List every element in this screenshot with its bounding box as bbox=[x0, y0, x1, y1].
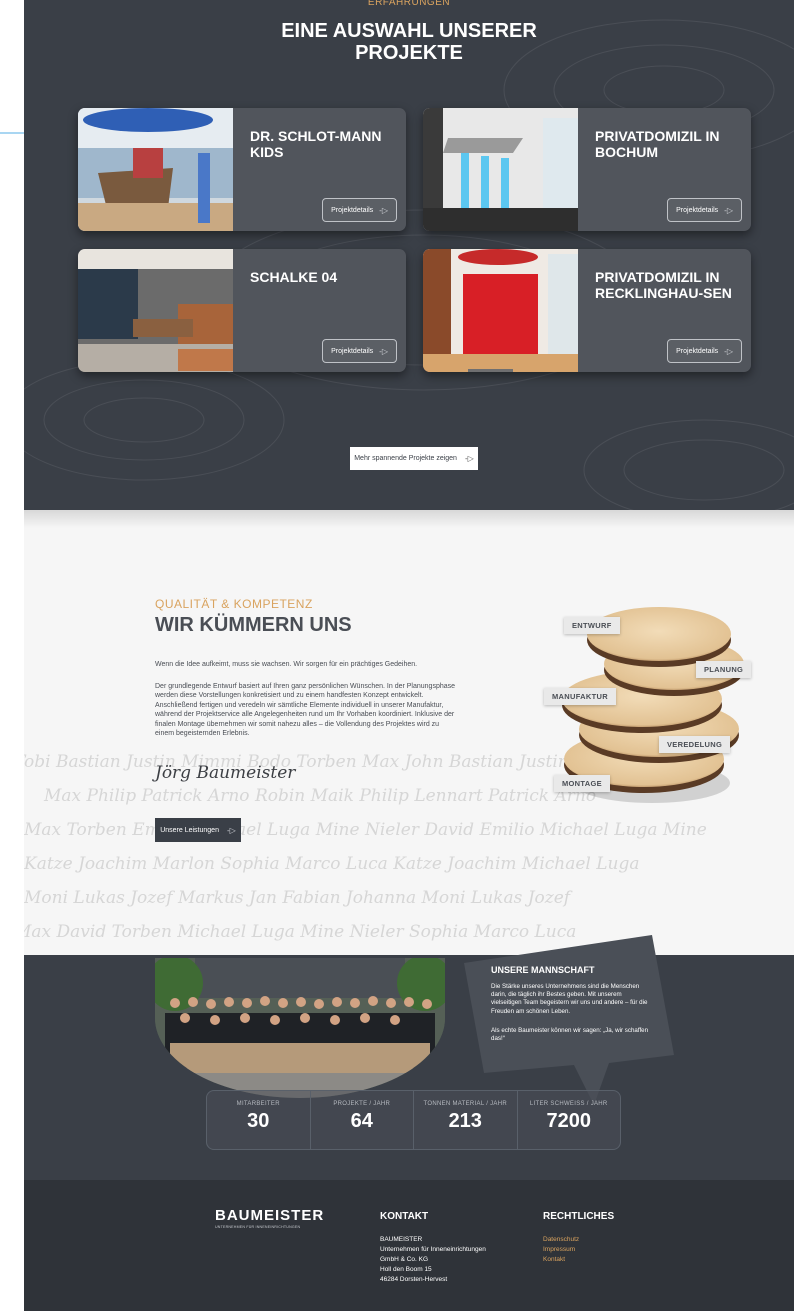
button-label: Projektdetails bbox=[676, 347, 719, 355]
footer-contact: KONTAKT BAUMEISTER Unternehmen für Innen… bbox=[380, 1211, 486, 1285]
project-thumbnail bbox=[78, 108, 233, 231]
project-card[interactable]: SCHALKE 04 Projektdetails -▷ bbox=[78, 249, 406, 372]
project-card[interactable]: PRIVATDOMIZIL IN RECKLINGHAU-SEN Projekt… bbox=[423, 249, 751, 372]
logo-tagline: UNTERNEHMEN FÜR INNENEINRICHTUNGEN bbox=[215, 1225, 301, 1229]
project-thumbnail bbox=[423, 108, 578, 231]
project-details-button[interactable]: Projektdetails -▷ bbox=[667, 198, 742, 222]
team-title: UNSERE MANNSCHAFT bbox=[491, 965, 595, 975]
stat-value: 64 bbox=[350, 1110, 373, 1132]
section-title-line1: EINE AUSWAHL UNSERER bbox=[281, 20, 537, 42]
stat-label: LITER SCHWEISS / JAHR bbox=[529, 1101, 608, 1107]
about-intro: Wenn die Idee aufkeimt, muss sie wachsen… bbox=[155, 661, 418, 668]
contact-line: GmbH & Co. KG bbox=[380, 1256, 429, 1263]
team-text: Die Stärke unseres Unternehmens sind die… bbox=[491, 983, 648, 1015]
contact-line: BAUMEISTER bbox=[380, 1236, 423, 1243]
team-quote: Als echte Baumeister können wir sagen: „… bbox=[491, 1027, 649, 1043]
names-row: Katze Joachim Marlon Sophia Marco Luca K… bbox=[24, 854, 640, 874]
arrow-right-icon: -▷ bbox=[724, 205, 733, 215]
arrow-right-icon: -▷ bbox=[724, 346, 733, 356]
names-row: Moni Lukas Jozef Markus Jan Fabian Johan… bbox=[24, 888, 571, 908]
footer-legal: RECHTLICHES Datenschutz Impressum Kontak… bbox=[543, 1211, 614, 1265]
stat-value: 30 bbox=[247, 1110, 270, 1132]
about-section: Tobi Bastian Justin Mimmi Bodo Torben Ma… bbox=[24, 510, 794, 955]
footer: BAUMEISTER UNTERNEHMEN FÜR INNENEINRICHT… bbox=[24, 1180, 794, 1311]
services-button[interactable]: Unsere Leistungen -▷ bbox=[155, 818, 241, 842]
link-datenschutz[interactable]: Datenschutz bbox=[543, 1235, 614, 1245]
footer-logo[interactable]: BAUMEISTER UNTERNEHMEN FÜR INNENEINRICHT… bbox=[215, 1207, 325, 1229]
section-title: EINE AUSWAHL UNSERER PROJEKTE bbox=[24, 20, 794, 64]
stat-value: 213 bbox=[448, 1110, 482, 1132]
team-info-bubble: UNSERE MANNSCHAFT Die Stärke unseres Unt… bbox=[464, 935, 674, 1105]
more-projects-button[interactable]: Mehr spannende Projekte zeigen -▷ bbox=[350, 447, 478, 470]
arrow-right-icon: -▷ bbox=[379, 205, 388, 215]
project-card[interactable]: DR. SCHLOT-MANN KIDS Projektdetails -▷ bbox=[78, 108, 406, 231]
process-tag-veredelung: VEREDELUNG bbox=[659, 736, 731, 753]
project-thumbnail bbox=[423, 249, 578, 372]
process-tag-montage: MONTAGE bbox=[554, 775, 610, 792]
names-row: Max Philip Patrick Arno Robin Maik Phili… bbox=[44, 786, 597, 806]
about-title: WIR KÜMMERN UNS bbox=[155, 614, 352, 636]
about-eyebrow: QUALITÄT & KOMPETENZ bbox=[155, 597, 313, 611]
contact-line: 46284 Dorsten-Hervest bbox=[380, 1276, 448, 1283]
project-title: PRIVATDOMIZIL IN BOCHUM bbox=[595, 128, 720, 160]
project-title: PRIVATDOMIZIL IN RECKLINGHAU-SEN bbox=[595, 269, 732, 301]
projects-section: ERFAHRUNGEN EINE AUSWAHL UNSERER PROJEKT… bbox=[24, 0, 794, 510]
stat-material: TONNEN MATERIAL / JAHR 213 bbox=[414, 1091, 518, 1149]
project-card[interactable]: PRIVATDOMIZIL IN BOCHUM Projektdetails -▷ bbox=[423, 108, 751, 231]
button-label: Projektdetails bbox=[676, 206, 719, 214]
button-label: Projektdetails bbox=[331, 206, 374, 214]
button-label: Projektdetails bbox=[331, 347, 374, 355]
stat-label: TONNEN MATERIAL / JAHR bbox=[423, 1101, 507, 1107]
contact-line: Unternehmen für Inneneinrichtungen bbox=[380, 1246, 486, 1253]
stats-bar: MITARBEITER 30 PROJEKTE / JAHR 64 TONNEN… bbox=[206, 1090, 621, 1150]
process-tag-planung: PLANUNG bbox=[696, 661, 752, 678]
names-row: Max David Torben Michael Luga Mine Niele… bbox=[24, 922, 577, 942]
logo-wordmark: BAUMEISTER bbox=[215, 1207, 325, 1224]
button-label: Unsere Leistungen bbox=[160, 826, 219, 834]
project-details-button[interactable]: Projektdetails -▷ bbox=[322, 339, 397, 363]
signature: Jörg Baumeister bbox=[155, 763, 296, 783]
link-impressum[interactable]: Impressum bbox=[543, 1245, 614, 1255]
stat-label: PROJEKTE / JAHR bbox=[333, 1101, 391, 1107]
process-wood-stack: ENTWURF PLANUNG MANUFAKTUR VEREDELUNG MO… bbox=[534, 595, 764, 805]
process-tag-entwurf: ENTWURF bbox=[564, 617, 620, 634]
names-row: Max Torben Emilio Michael Luga Mine Niel… bbox=[24, 820, 707, 840]
stat-sweat: LITER SCHWEISS / JAHR 7200 bbox=[518, 1091, 621, 1149]
arrow-right-icon: -▷ bbox=[226, 825, 236, 835]
contact-line: Holl den Boom 15 bbox=[380, 1266, 432, 1273]
team-section: UNSERE MANNSCHAFT Die Stärke unseres Unt… bbox=[24, 935, 794, 1180]
stat-employees: MITARBEITER 30 bbox=[207, 1091, 311, 1149]
section-shadow bbox=[24, 510, 794, 528]
project-details-button[interactable]: Projektdetails -▷ bbox=[667, 339, 742, 363]
stat-value: 7200 bbox=[546, 1110, 592, 1132]
stat-projects: PROJEKTE / JAHR 64 bbox=[311, 1091, 414, 1149]
stat-label: MITARBEITER bbox=[236, 1101, 280, 1107]
about-text: Der grundlegende Entwurf basiert auf Ihr… bbox=[155, 683, 456, 738]
project-title: DR. SCHLOT-MANN KIDS bbox=[250, 128, 382, 160]
legal-title: RECHTLICHES bbox=[543, 1211, 615, 1222]
process-tag-manufaktur: MANUFAKTUR bbox=[544, 688, 616, 705]
project-title: SCHALKE 04 bbox=[250, 269, 338, 285]
arrow-right-icon: -▷ bbox=[464, 454, 474, 463]
section-eyebrow: ERFAHRUNGEN bbox=[367, 0, 451, 8]
team-photo bbox=[155, 958, 445, 1098]
project-details-button[interactable]: Projektdetails -▷ bbox=[322, 198, 397, 222]
section-title-line2: PROJEKTE bbox=[355, 42, 463, 64]
link-kontakt[interactable]: Kontakt bbox=[543, 1255, 614, 1265]
project-thumbnail bbox=[78, 249, 233, 372]
button-label: Mehr spannende Projekte zeigen bbox=[354, 455, 457, 462]
arrow-right-icon: -▷ bbox=[379, 346, 388, 356]
contact-title: KONTAKT bbox=[380, 1211, 429, 1222]
